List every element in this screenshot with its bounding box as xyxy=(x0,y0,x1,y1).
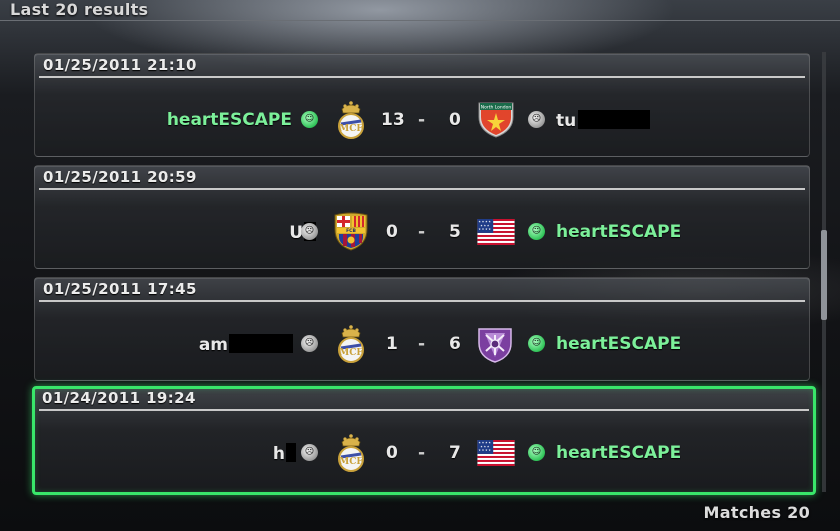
grey-sad-ball-icon: ☹ xyxy=(301,223,318,240)
result-row[interactable]: 01/25/2011 21:10 heartESCAPE ☺ 13 - 0 ☹ … xyxy=(34,53,810,157)
home-score: 0 xyxy=(386,222,398,242)
row-divider xyxy=(39,409,809,411)
real-madrid-crest-icon xyxy=(332,99,370,139)
grey-sad-ball-icon: ☹ xyxy=(301,335,318,352)
page-title: Last 20 results xyxy=(10,0,149,19)
away-player-name: heartESCAPE xyxy=(556,222,682,242)
barcelona-crest-icon xyxy=(332,211,370,251)
green-smile-ball-icon: ☺ xyxy=(301,111,318,128)
scrollbar-thumb[interactable] xyxy=(821,230,827,320)
green-smile-ball-icon: ☺ xyxy=(528,223,545,240)
redaction-bar xyxy=(286,443,296,462)
match-datetime: 01/25/2011 21:10 xyxy=(43,56,197,74)
away-player-name: tu xyxy=(556,110,651,131)
redaction-bar xyxy=(229,334,293,353)
real-madrid-crest-icon xyxy=(332,323,370,363)
home-score: 13 xyxy=(381,110,405,130)
result-row[interactable]: 01/25/2011 17:45 am ☹ 1 - 6 ☺ heartESCAP… xyxy=(34,277,810,381)
match-line: heartESCAPE ☺ 13 - 0 ☹ tu xyxy=(35,102,809,138)
header-divider xyxy=(0,20,840,21)
result-row-selected[interactable]: 01/24/2011 19:24 h ☹ 0 - 7 ☺ heartESCAPE xyxy=(32,386,816,495)
home-player-name: h xyxy=(273,443,296,464)
matches-count: Matches 20 xyxy=(703,503,810,522)
row-divider xyxy=(39,188,805,190)
away-score: 0 xyxy=(449,110,461,130)
grey-sad-ball-icon: ☹ xyxy=(528,111,545,128)
real-madrid-crest-icon xyxy=(332,432,370,472)
green-smile-ball-icon: ☺ xyxy=(528,444,545,461)
header-bar: Last 20 results xyxy=(0,0,840,22)
away-player-name: heartESCAPE xyxy=(556,334,682,354)
north-london-crest-icon xyxy=(476,99,516,139)
home-player-name: am xyxy=(199,334,293,355)
purple-shield-crest-icon xyxy=(476,323,514,363)
home-score: 0 xyxy=(386,443,398,463)
away-score: 5 xyxy=(449,222,461,242)
usa-flag-icon xyxy=(476,219,516,245)
usa-flag-icon xyxy=(476,440,516,466)
match-line: am ☹ 1 - 6 ☺ heartESCAPE xyxy=(35,326,809,362)
home-player-name-text: am xyxy=(198,335,228,355)
score-separator: - xyxy=(418,222,426,242)
row-divider xyxy=(39,300,805,302)
away-player-name-text: tu xyxy=(556,111,577,131)
home-score: 1 xyxy=(386,334,398,354)
match-line: U ☹ 0 - 5 ☺ heartESCAPE xyxy=(35,214,809,250)
grey-sad-ball-icon: ☹ xyxy=(301,444,318,461)
score-separator: - xyxy=(418,334,426,354)
match-datetime: 01/24/2011 19:24 xyxy=(42,389,196,407)
score-separator: - xyxy=(418,110,426,130)
green-smile-ball-icon: ☺ xyxy=(528,335,545,352)
away-score: 7 xyxy=(449,443,461,463)
match-datetime: 01/25/2011 20:59 xyxy=(43,168,197,186)
away-player-name: heartESCAPE xyxy=(556,443,682,463)
away-score: 6 xyxy=(449,334,461,354)
redaction-bar xyxy=(578,110,651,129)
match-datetime: 01/25/2011 17:45 xyxy=(43,280,197,298)
result-row[interactable]: 01/25/2011 20:59 U ☹ 0 - 5 ☺ heartESCAPE xyxy=(34,165,810,269)
home-player-name: heartESCAPE xyxy=(166,110,292,130)
row-divider xyxy=(39,76,805,78)
score-separator: - xyxy=(418,443,426,463)
match-line: h ☹ 0 - 7 ☺ heartESCAPE xyxy=(35,435,813,471)
home-player-name-text: h xyxy=(272,444,285,464)
